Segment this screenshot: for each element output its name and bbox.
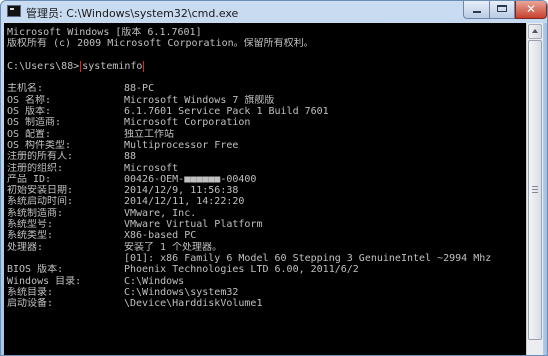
info-label: Windows 目录: — [7, 275, 82, 287]
prompt: C:\Users\88> — [7, 60, 80, 72]
grip-icon — [532, 186, 538, 193]
info-row: 系统启动时间: 2014/12/11, 14:22:20 — [7, 196, 526, 207]
info-label: OS 版本: — [7, 106, 52, 118]
info-value: 安装了 1 个处理器。 — [124, 241, 223, 253]
info-value: Multiprocessor Free — [124, 139, 239, 151]
scroll-up-icon[interactable] — [528, 24, 542, 39]
close-icon: ✕ — [525, 2, 537, 16]
window-frame-edge — [543, 23, 547, 355]
info-row: 系统目录: C:\Windows\system32 — [7, 287, 526, 298]
info-row: BIOS 版本: Phoenix Technologies LTD 6.00, 2… — [7, 264, 526, 275]
command-line: C:\Users\88> systeminfo — [7, 60, 526, 73]
info-value: 88 — [124, 151, 137, 163]
command-highlight: systeminfo — [80, 60, 145, 73]
info-value: C:\Windows — [124, 275, 185, 287]
info-label: 系统制造商: — [7, 207, 64, 219]
info-row: [01]: x86 Family 6 Model 60 Stepping 3 G… — [7, 253, 526, 264]
info-value: 2014/12/9, 11:56:38 — [124, 185, 239, 197]
info-value: VMware Virtual Platform — [124, 219, 263, 231]
info-row: OS 构件类型: Multiprocessor Free — [7, 140, 526, 151]
info-label: 系统类型: — [7, 230, 54, 242]
info-label: BIOS 版本: — [7, 264, 64, 276]
info-label: 注册的组织: — [7, 162, 64, 174]
info-row: OS 名称: Microsoft Windows 7 旗舰版 — [7, 95, 526, 106]
info-row: 主机名: 88-PC — [7, 83, 526, 94]
minimize-button[interactable] — [463, 1, 490, 19]
info-label: 主机名: — [7, 83, 44, 95]
info-value: Phoenix Technologies LTD 6.00, 2011/6/2 — [124, 264, 359, 276]
maximize-button[interactable] — [490, 1, 515, 19]
info-row: OS 配置: 独立工作站 — [7, 129, 526, 140]
info-value: Microsoft — [124, 162, 179, 174]
info-value: 2014/12/11, 14:22:20 — [124, 196, 245, 208]
banner-line: Microsoft Windows [版本 6.1.7601] — [7, 27, 202, 38]
systeminfo-output: 主机名: 88-PC OS 名称: Microsoft Windows 7 旗舰版 OS… — [7, 83, 526, 309]
info-label: 系统目录: — [7, 286, 54, 298]
info-row: 系统型号: VMware Virtual Platform — [7, 219, 526, 230]
info-label: OS 制造商: — [7, 117, 62, 129]
info-label: 处理器: — [7, 241, 44, 253]
info-value: C:\Windows\system32 — [124, 286, 239, 298]
info-row: OS 制造商: Microsoft Corporation — [7, 117, 526, 128]
cmd-window: 管理员: C:\Windows\system32\cmd.exe ✕ Micro… — [0, 0, 548, 356]
info-row: 注册的组织: Microsoft — [7, 163, 526, 174]
info-row: Windows 目录: C:\Windows — [7, 276, 526, 287]
info-row: OS 版本: 6.1.7601 Service Pack 1 Build 7601 — [7, 106, 526, 117]
info-value: VMware, Inc. — [124, 207, 197, 219]
info-value: 6.1.7601 Service Pack 1 Build 7601 — [124, 106, 329, 118]
scroll-thumb[interactable] — [528, 40, 542, 340]
info-value: Microsoft Windows 7 旗舰版 — [124, 94, 275, 106]
info-row: 系统制造商: VMware, Inc. — [7, 208, 526, 219]
info-label: OS 构件类型: — [7, 139, 72, 151]
cmd-app-icon[interactable] — [7, 5, 21, 17]
info-value: X86-based PC — [124, 230, 197, 242]
info-value: Microsoft Corporation — [124, 117, 251, 129]
info-label: 系统启动时间: — [7, 196, 74, 208]
info-label: 注册的所有人: — [7, 151, 74, 163]
info-label: OS 名称: — [7, 94, 52, 106]
info-value: 88-PC — [124, 83, 155, 95]
banner-line: 版权所有 (c) 2009 Microsoft Corporation。保留所有… — [7, 38, 314, 50]
info-row: 注册的所有人: 88 — [7, 151, 526, 162]
console-output[interactable]: Microsoft Windows [版本 6.1.7601] 版权所有 (c)… — [4, 23, 526, 355]
info-label: 产品 ID: — [7, 173, 52, 185]
info-value: 00426-OEM-■■■■■■-00400 — [124, 173, 257, 185]
vertical-scrollbar[interactable] — [526, 23, 543, 355]
info-label: OS 配置: — [7, 128, 52, 140]
info-label: 启动设备: — [7, 298, 54, 310]
title-bar[interactable]: 管理员: C:\Windows\system32\cmd.exe ✕ — [1, 1, 547, 23]
info-row: 产品 ID: 00426-OEM-■■■■■■-00400 — [7, 174, 526, 185]
info-label: 初始安装日期: — [7, 185, 74, 197]
info-label: 系统型号: — [7, 219, 54, 231]
info-row: 启动设备: \Device\HarddiskVolume1 — [7, 298, 526, 309]
info-value: [01]: x86 Family 6 Model 60 Stepping 3 G… — [124, 252, 492, 264]
info-row: 初始安装日期: 2014/12/9, 11:56:38 — [7, 185, 526, 196]
info-row: 系统类型: X86-based PC — [7, 230, 526, 241]
close-button[interactable]: ✕ — [515, 1, 547, 19]
info-row: 处理器: 安装了 1 个处理器。 — [7, 242, 526, 253]
info-value: \Device\HarddiskVolume1 — [124, 298, 263, 310]
info-value: 独立工作站 — [124, 128, 174, 140]
window-title: 管理员: C:\Windows\system32\cmd.exe — [26, 7, 239, 20]
